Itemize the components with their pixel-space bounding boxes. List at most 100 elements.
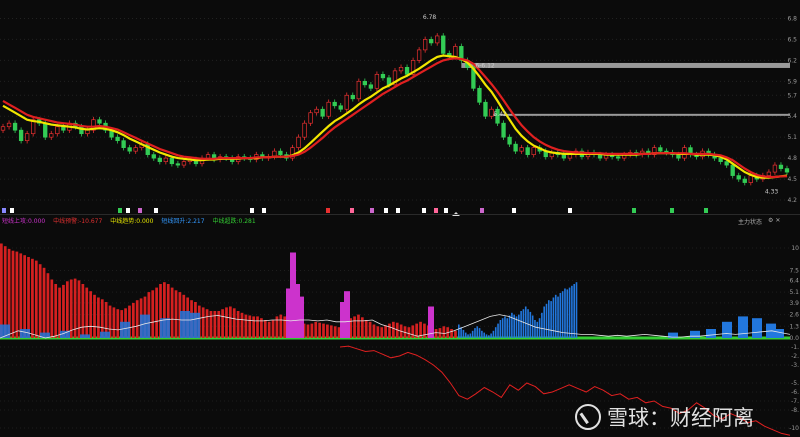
candle-body xyxy=(483,101,488,117)
settings-icon[interactable]: ⚙ xyxy=(768,217,773,224)
legend-item: 中线超跌:0.281 xyxy=(212,218,256,225)
red-bar xyxy=(434,329,438,338)
signal-marker xyxy=(350,208,354,213)
price-tick-label: 4.8 xyxy=(787,155,797,162)
red-bar xyxy=(11,250,15,338)
red-bar xyxy=(42,267,46,338)
blue-bar xyxy=(518,314,520,338)
candle-body xyxy=(344,94,349,110)
candle-body xyxy=(127,147,132,152)
main-price-axis: 6.8 6.5 6.2 5.9 5.7 5.4 5.1 4.8 4.5 4.2 xyxy=(787,15,797,204)
candle-body xyxy=(332,101,337,107)
red-bar xyxy=(229,306,232,338)
candle-body xyxy=(175,163,181,166)
candle-body xyxy=(302,122,307,138)
red-bar xyxy=(392,321,395,338)
indicator-tick-label: 1.3 xyxy=(789,323,799,330)
candle-body xyxy=(398,67,404,72)
red-bar xyxy=(151,290,155,338)
red-bar xyxy=(217,311,221,338)
close-icon[interactable]: ✕ xyxy=(775,217,780,224)
candle-body xyxy=(12,122,18,131)
blue-bar xyxy=(722,321,732,338)
candle-body xyxy=(85,129,90,135)
red-bar xyxy=(46,273,50,338)
red-bar xyxy=(326,324,329,338)
candle-body xyxy=(784,168,790,173)
blue-bar xyxy=(488,335,490,338)
blue-bar xyxy=(566,289,569,338)
red-bar xyxy=(333,326,337,338)
signal-marker xyxy=(422,208,426,213)
red-bar xyxy=(283,316,287,338)
blue-bar xyxy=(190,312,200,338)
magenta-bar xyxy=(286,288,292,338)
red-bar xyxy=(77,280,81,338)
candle-body xyxy=(404,67,410,75)
indicator-tick-label: 3.9 xyxy=(789,300,799,307)
price-tick-label: 6.5 xyxy=(787,36,797,43)
panel-controls: ⚙ ✕ xyxy=(768,217,780,224)
red-bar xyxy=(155,287,158,338)
price-tick-label: 5.4 xyxy=(787,113,797,120)
red-bar xyxy=(34,260,38,338)
blue-bar xyxy=(522,309,525,338)
red-bar xyxy=(38,264,42,338)
blue-bar xyxy=(80,334,90,338)
candle-body xyxy=(561,154,567,159)
blue-bar xyxy=(471,330,474,338)
candle-body xyxy=(658,147,663,152)
indicator-tick-label: 2.6 xyxy=(789,312,799,319)
blue-bar xyxy=(690,330,700,338)
blue-bar xyxy=(464,332,467,338)
candle-body xyxy=(615,156,621,159)
candle-body xyxy=(477,87,482,103)
signal-marker xyxy=(568,208,572,213)
blue-bar xyxy=(467,334,469,338)
red-bar xyxy=(170,287,174,338)
candle-body xyxy=(525,147,530,155)
blue-bar xyxy=(458,324,460,338)
indicator-panel-title[interactable]: 主力状态 xyxy=(738,217,762,226)
signal-marker xyxy=(512,208,516,213)
red-bar xyxy=(62,284,65,338)
red-bar xyxy=(376,326,380,338)
red-bar xyxy=(23,255,27,338)
signal-marker xyxy=(10,208,14,213)
signal-marker xyxy=(250,208,254,213)
red-bar xyxy=(225,307,228,338)
red-bar xyxy=(267,321,271,338)
support-resistance-levels xyxy=(461,62,790,116)
watermark-logo: 雪球：财经阿离 xyxy=(575,403,754,431)
level-line xyxy=(491,113,790,116)
blue-bar xyxy=(738,316,748,338)
red-bar xyxy=(256,316,259,338)
legend-item: 中线预警:-10.677 xyxy=(53,218,103,225)
candle-body xyxy=(748,175,753,183)
legend-item: 中线趋势:0.000 xyxy=(110,218,154,225)
candle-body xyxy=(205,154,211,159)
red-bar xyxy=(244,314,248,338)
price-tick-label: 4.2 xyxy=(787,197,797,204)
signal-marker xyxy=(444,208,448,213)
price-annotations: 6.78 6-6.12 5.42 4.33 xyxy=(423,14,779,196)
indicator-tick-label: -6. xyxy=(791,389,799,396)
candle-body xyxy=(374,73,380,89)
blue-bar xyxy=(504,316,506,338)
red-bar xyxy=(322,323,325,338)
magenta-bar xyxy=(344,291,350,338)
candle-body xyxy=(0,126,6,131)
red-bar xyxy=(310,323,314,338)
candle-body xyxy=(278,150,283,155)
blue-bar xyxy=(511,312,513,338)
candle-body xyxy=(314,108,319,114)
candle-body xyxy=(362,80,368,86)
indicator-legend: 短线上攻:0.000 中线预警:-10.677 中线趋势:0.000 短线回升:… xyxy=(2,216,262,226)
signal-marker xyxy=(384,208,388,213)
blue-bar xyxy=(564,288,566,338)
candle-body xyxy=(730,164,735,176)
red-bar xyxy=(174,290,178,338)
blue-bar xyxy=(706,329,716,338)
red-bar xyxy=(236,311,240,338)
red-bar xyxy=(50,279,54,338)
